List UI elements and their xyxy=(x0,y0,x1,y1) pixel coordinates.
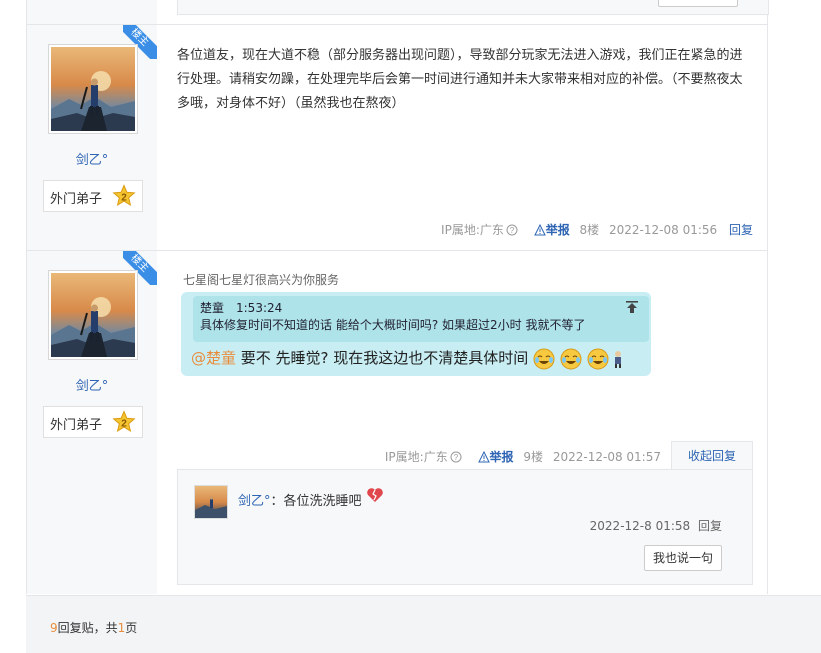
quote-text: 具体修复时间不知道的话 能给个大概时间吗? 如果超过2小时 我就不等了 xyxy=(200,318,586,332)
previous-post-tail xyxy=(27,0,769,25)
rank-badge: 外门弟子 2 xyxy=(43,180,143,212)
post-time: 2022-12-08 01:56 xyxy=(609,223,718,237)
author-name[interactable]: 剑乙° xyxy=(27,375,157,394)
floor-number: 8楼 xyxy=(579,223,600,237)
sub-reply-message: ：各位洗洗睡吧 xyxy=(270,494,362,509)
svg-text:2: 2 xyxy=(121,419,127,430)
laugh-cry-emoji-icon xyxy=(533,348,555,369)
post-time: 2022-12-08 01:57 xyxy=(552,450,661,464)
quote-header: 楚童 1:53:24 xyxy=(200,301,283,315)
reply-count: 9 xyxy=(50,621,58,635)
thread-footer: 9回复贴，共1页 xyxy=(26,595,821,653)
ip-location: IP属地:广东 xyxy=(384,450,448,464)
laugh-cry-emoji-icon xyxy=(587,348,609,369)
post-meta: IP属地:广东? 举报 8楼 2022-12-08 01:56 回复 xyxy=(435,221,753,238)
page-count-label: 页 xyxy=(125,621,138,635)
sub-reply-panel: 剑乙°：各位洗洗睡吧 2022-12-8 01:58 回复 我也说一句 xyxy=(177,469,753,585)
message-text: 要不 先睡觉? 现在我这边也不清楚具体时间 xyxy=(236,349,529,367)
avatar[interactable] xyxy=(48,270,138,360)
warning-icon xyxy=(477,450,490,463)
svg-text:2: 2 xyxy=(121,193,127,204)
avatar[interactable] xyxy=(48,44,138,134)
avatar-image xyxy=(51,47,135,131)
sub-reply-avatar[interactable] xyxy=(194,485,228,519)
chat-message: @楚童 要不 先睡觉? 现在我这边也不清楚具体时间 xyxy=(191,347,623,370)
character-sticker-icon xyxy=(615,350,622,368)
avatar-image xyxy=(195,486,227,518)
collapse-replies-button[interactable]: 收起回复 xyxy=(671,441,753,470)
reply-link[interactable]: 回复 xyxy=(729,223,753,237)
author-name[interactable]: 剑乙° xyxy=(27,149,157,168)
rank-badge: 外门弟子 2 xyxy=(43,406,143,438)
previous-say-button[interactable] xyxy=(658,0,738,7)
post-floor-8: 楼主 剑乙° 外门弟子 2 各位道友，现在大道不稳（部分服务器出现问题），导致部… xyxy=(27,25,767,251)
help-icon[interactable]: ? xyxy=(450,451,462,463)
rank-name: 外门弟子 xyxy=(50,418,103,433)
add-comment-button[interactable]: 我也说一句 xyxy=(644,545,722,571)
scroll-top-icon[interactable] xyxy=(625,300,639,314)
sub-reply-text: 剑乙°：各位洗洗睡吧 xyxy=(238,487,384,509)
post-floor-9: 楼主 剑乙° 外门弟子 2 七星阁七星灯很高兴为你服务 楚童 1:53:24 具… xyxy=(27,251,767,594)
report-link[interactable]: 举报 xyxy=(546,223,570,237)
author-sidebar: 楼主 剑乙° 外门弟子 2 xyxy=(27,251,157,594)
avatar-image xyxy=(51,273,135,357)
floor-number: 9楼 xyxy=(523,450,544,464)
report-link[interactable]: 举报 xyxy=(490,450,514,464)
sub-reply-username[interactable]: 剑乙° xyxy=(238,494,271,509)
rank-name: 外门弟子 xyxy=(50,192,103,207)
ip-location: IP属地:广东 xyxy=(441,223,504,237)
laugh-cry-emoji-icon xyxy=(560,348,582,369)
post-intro: 七星阁七星灯很高兴为你服务 xyxy=(183,273,340,287)
post-meta: IP属地:广东? 举报 9楼 2022-12-08 01:57 xyxy=(379,448,661,465)
sub-reply-meta: 2022-12-8 01:58 回复 xyxy=(590,517,722,534)
author-sidebar: 楼主 剑乙° 外门弟子 2 xyxy=(27,25,157,250)
sub-reply-link[interactable]: 回复 xyxy=(698,519,722,533)
reply-summary: 9回复贴，共1页 xyxy=(50,619,137,636)
mention-link[interactable]: @楚童 xyxy=(191,349,236,367)
sub-reply-time: 2022-12-8 01:58 xyxy=(589,519,691,533)
previous-sidebar xyxy=(27,0,157,24)
svg-text:?: ? xyxy=(453,453,458,462)
quoted-message: 楚童 1:53:24 具体修复时间不知道的话 能给个大概时间吗? 如果超过2小时… xyxy=(193,296,649,342)
post-content: 各位道友，现在大道不稳（部分服务器出现问题），导致部分玩家无法进入游戏，我们正在… xyxy=(177,48,743,111)
broken-heart-icon xyxy=(366,488,383,502)
warning-icon xyxy=(533,223,546,236)
previous-reply-panel xyxy=(177,0,769,15)
reply-count-label: 回复贴，共 xyxy=(57,621,118,635)
level-star-icon: 2 xyxy=(112,184,136,207)
svg-text:?: ? xyxy=(510,226,515,235)
thread-frame: 楼主 剑乙° 外门弟子 2 各位道友，现在大道不稳（部分服务器出现问题），导致部… xyxy=(26,0,769,594)
help-icon[interactable]: ? xyxy=(506,224,518,236)
level-star-icon: 2 xyxy=(112,410,136,433)
